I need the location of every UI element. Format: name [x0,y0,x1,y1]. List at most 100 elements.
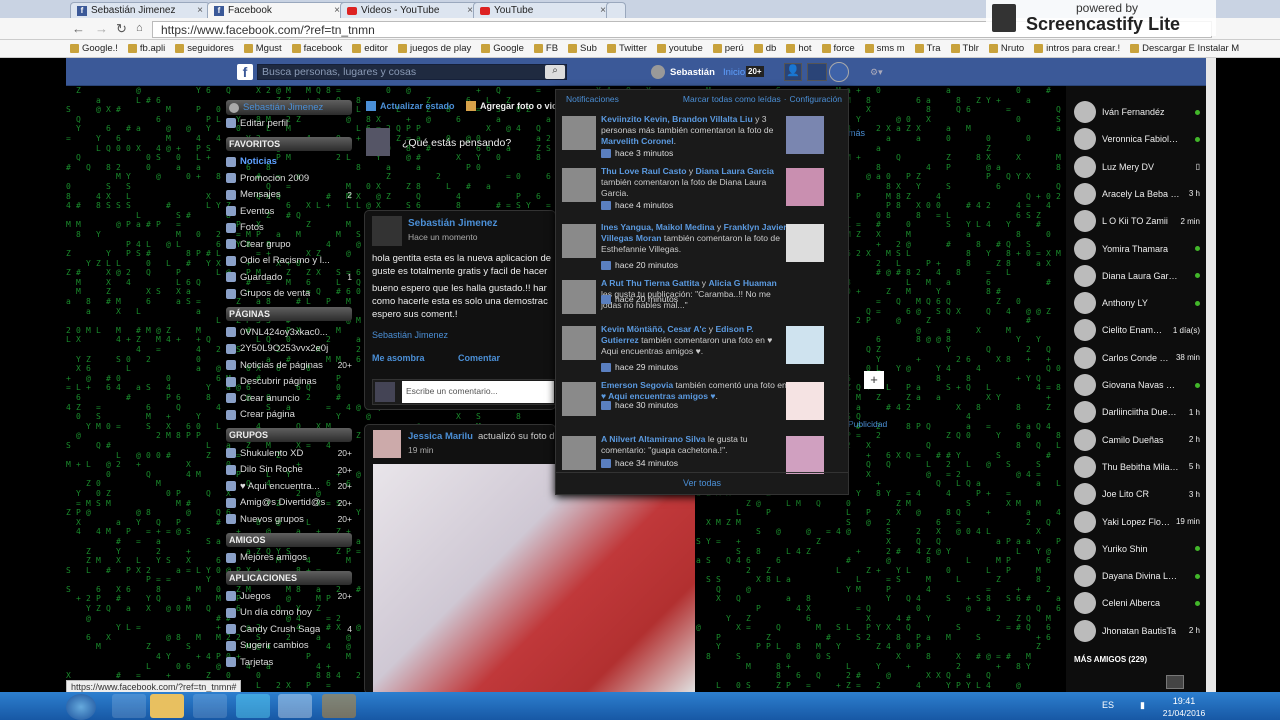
notification-item[interactable]: Emerson Segovia también comentó una foto… [562,378,844,430]
post-author[interactable]: Sebastián Jimenez [408,218,497,229]
sidebar-item[interactable]: Candy Crush Saga 4 [226,621,352,638]
bookmark-item[interactable]: Google [481,42,524,55]
sidebar-item[interactable]: Noticias [226,154,352,171]
bookmark-item[interactable]: Nruto [988,42,1024,55]
sidebar-item[interactable]: Un día como hoy [226,605,352,622]
clock-date[interactable]: 21/04/2016 [1158,708,1210,718]
clock-time[interactable]: 19:41 [1164,696,1204,706]
back-icon[interactable]: ← [72,21,85,36]
chat-contact[interactable]: Yaki Lopez Flores 19 min [1074,510,1200,534]
bookmark-item[interactable]: Tra [914,42,941,55]
sidebar-item[interactable]: Guardado 1 [226,269,352,286]
bookmark-item[interactable]: hot [786,42,812,55]
sidebar-item[interactable]: 2Y50L9O253vvx2e0j [226,341,352,358]
messages-icon[interactable] [807,63,827,81]
chat-contact[interactable]: Giovana Navas Nuji... [1074,373,1200,397]
sidebar-item[interactable]: Juegos 20+ [226,588,352,605]
notification-item[interactable]: A Rut Thu Tierna Gattita y Alicia G Huam… [562,276,844,328]
avatar[interactable] [373,430,401,458]
chat-contact[interactable]: Camilo Dueñas 2 h [1074,428,1200,452]
vlc-icon[interactable] [322,694,356,718]
sidebar-item[interactable]: Promocion 2009 [226,170,352,187]
network-icon[interactable]: ▮ [1140,700,1145,711]
chat-contact[interactable]: Anthony LY [1074,291,1200,315]
post-time[interactable]: 19 min [408,445,434,455]
post-photo[interactable] [373,464,695,692]
chat-contact[interactable]: Yomira Thamara [1074,237,1200,261]
notifications-icon[interactable] [829,62,849,82]
notification-item[interactable]: Kevin Möntäñö, Cesar A'c y Edison P. Gut… [562,322,844,374]
tab-sebastian[interactable]: f Sebastián Jimenez × [70,2,210,18]
bookmark-item[interactable]: db [753,42,776,55]
notification-settings-link[interactable]: Configuración [790,94,842,104]
chat-contact[interactable]: Iván Fernandéz [1074,100,1200,124]
bookmark-item[interactable]: juegos de play [397,42,471,55]
sidebar-item[interactable]: Grupos de venta [226,286,352,303]
sidebar-item[interactable]: Sugerir cambios [226,638,352,655]
notification-item[interactable]: Ines Yangua, Maikol Medina y Franklyn Ja… [562,220,844,272]
add-photo-tab[interactable]: Agregar foto o vide [466,101,563,111]
friend-requests-icon[interactable]: 👤 [784,63,802,81]
chat-contact[interactable]: Cielito Enamora... 1 día(s) [1074,318,1200,342]
more-link[interactable]: más [848,128,865,138]
chrome-icon[interactable] [278,694,312,718]
chat-contact[interactable]: Diana Laura Garcia [1074,264,1200,288]
sidebar-item[interactable]: Amig@s Divertid@s 20+ [226,495,352,512]
comment-button[interactable]: Comentar [458,353,500,363]
chat-contact[interactable]: Jhonatan BautisTa 2 h [1074,619,1200,643]
sidebar-item[interactable]: Crear grupo [226,236,352,253]
forward-icon[interactable]: → [95,21,108,36]
chat-contact[interactable]: Aracely La Beba De...3 h [1074,182,1200,206]
sidebar-item[interactable]: Odio el Racismo y l... [226,253,352,270]
home-icon[interactable]: ⌂ [136,22,143,34]
sidebar-item[interactable]: Mejores amigos [226,550,352,567]
bookmark-item[interactable]: fb.apli [127,42,165,55]
reaction-summary[interactable]: Sebastián Jimenez [372,330,448,340]
bookmark-item[interactable]: Google.! [70,42,118,55]
tab-youtube[interactable]: YouTube × [473,2,613,18]
sidebar-item[interactable]: Tarjetas [226,654,352,671]
sidebar-item[interactable]: Fotos [226,220,352,237]
bookmark-item[interactable]: Tblr [950,42,979,55]
folder-icon[interactable] [150,694,184,718]
chat-contact[interactable]: Thu Bebitha Milagro...5 h [1074,455,1200,479]
chat-options-icon[interactable] [1166,675,1184,689]
chat-contact[interactable]: L O Kii TO Zamii 2 min [1074,209,1200,233]
sidebar-item[interactable]: Eventos [226,203,352,220]
mark-all-read-link[interactable]: Marcar todas como leídas [683,94,781,104]
chat-contact[interactable]: Joe Lito CR 3 h [1074,482,1200,506]
publicidad-link[interactable]: Publicidad [848,419,887,429]
facebook-logo[interactable]: f [237,64,253,80]
sidebar-item[interactable]: Noticias de páginas 20+ [226,357,352,374]
tab-facebook[interactable]: f Facebook × [207,2,347,18]
scrollbar[interactable] [1206,58,1216,692]
sidebar-item[interactable]: 0VNL424oy3xkac0... [226,324,352,341]
bookmark-item[interactable]: perú [712,42,744,55]
bookmark-item[interactable]: Descargar E Instalar M [1130,42,1239,55]
search-icon[interactable]: ⌕ [545,65,565,79]
bookmark-item[interactable]: editor [352,42,388,55]
chat-contact[interactable]: Dayana Divina Luna [1074,564,1200,588]
close-icon[interactable]: × [197,5,203,16]
avatar[interactable] [372,216,402,246]
bookmark-item[interactable]: force [821,42,855,55]
notification-item[interactable]: Keviinzito Kevin, Brandon Villalta Liu y… [562,112,844,164]
sidebar-item[interactable]: Dilo Sin Roche 20+ [226,462,352,479]
bookmark-item[interactable]: sms m [864,42,905,55]
section-header[interactable]: AMIGOS [226,532,352,547]
comment-input[interactable]: Escribe un comentario... [402,381,554,403]
new-tab-button[interactable] [606,2,626,18]
sidebar-item[interactable]: ♥ Aqui encuentra... 20+ [226,478,352,495]
ie-icon[interactable] [112,694,146,718]
notification-item[interactable]: Thu Love Raul Casto y Diana Laura Garcia… [562,164,844,216]
sidebar-user[interactable]: Sebastián Jimenez [226,100,352,115]
media-player-icon[interactable] [193,694,227,718]
sidebar-item[interactable]: Crear anuncio [226,390,352,407]
post-time[interactable]: Hace un momento [408,232,477,242]
sidebar-item[interactable]: Crear página [226,407,352,424]
post-author[interactable]: Jessica Marilu [408,431,473,442]
monitor-icon[interactable] [236,694,270,718]
bookmark-item[interactable]: youtube [656,42,703,55]
update-status-tab[interactable]: Actualizar estado [366,101,455,111]
bookmark-item[interactable]: seguidores [175,42,234,55]
